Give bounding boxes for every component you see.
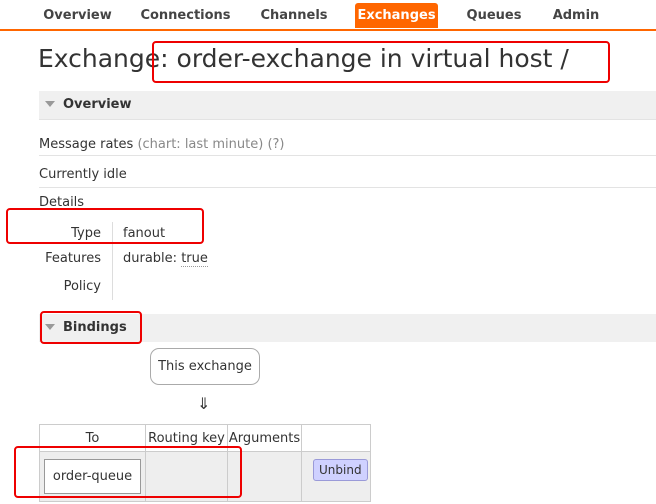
column-header-routing-key: Routing key [145,424,228,452]
divider [39,119,656,120]
top-nav: Overview Connections Channels Exchanges … [0,0,656,31]
details-heading: Details [39,195,85,210]
features-durable-value: true [181,251,208,267]
message-rates-hint[interactable]: (chart: last minute) (?) [137,137,284,152]
column-header-to: To [39,424,146,452]
type-value: fanout [123,226,166,241]
type-label: Type [71,226,101,241]
unbind-button[interactable]: Unbind [313,459,368,481]
column-header-actions [301,424,371,452]
page-title-prefix: Exchange [38,44,161,73]
tab-admin[interactable]: Admin [548,3,604,28]
arguments-cell [227,451,302,502]
collapse-triangle-icon [45,100,55,107]
overview-section-title: Overview [63,97,132,112]
features-value: durable: true [123,251,208,267]
tab-channels[interactable]: Channels [256,3,332,28]
bindings-section-title: Bindings [63,320,127,335]
tab-overview[interactable]: Overview [39,3,116,28]
binding-destination-cell: order-queue [39,451,146,502]
nav-underline [0,29,656,31]
divider [39,187,656,188]
page-title: Exchange: order-exchange in virtual host… [38,44,569,73]
table-row: order-queue Unbind [39,451,371,502]
bindings-section-header[interactable]: Bindings [39,314,656,342]
column-header-arguments: Arguments [227,424,302,452]
details-separator [112,222,113,300]
message-rates-row: Message rates (chart: last minute) (?) [39,137,285,152]
highlight-type-box [6,208,204,244]
message-rates-label: Message rates [39,137,134,152]
tab-exchanges[interactable]: Exchanges [355,3,438,28]
collapse-triangle-icon [45,323,55,330]
down-arrow-icon: ⇓ [197,394,211,413]
this-exchange-node: This exchange [150,348,260,385]
overview-section-header[interactable]: Overview [39,91,656,119]
actions-cell: Unbind [301,451,371,502]
page-title-rest: : order-exchange in virtual host / [160,44,569,73]
routing-key-cell [145,451,228,502]
divider [39,155,656,156]
features-key: durable: [123,251,178,266]
status-text: Currently idle [39,167,127,182]
bindings-table: To Routing key Arguments order-queue Unb… [39,424,371,502]
queue-link[interactable]: order-queue [44,459,141,494]
policy-label: Policy [63,279,101,294]
tab-queues[interactable]: Queues [462,3,526,28]
tab-connections[interactable]: Connections [138,3,233,28]
features-label: Features [45,251,101,266]
table-header-row: To Routing key Arguments [39,424,371,452]
